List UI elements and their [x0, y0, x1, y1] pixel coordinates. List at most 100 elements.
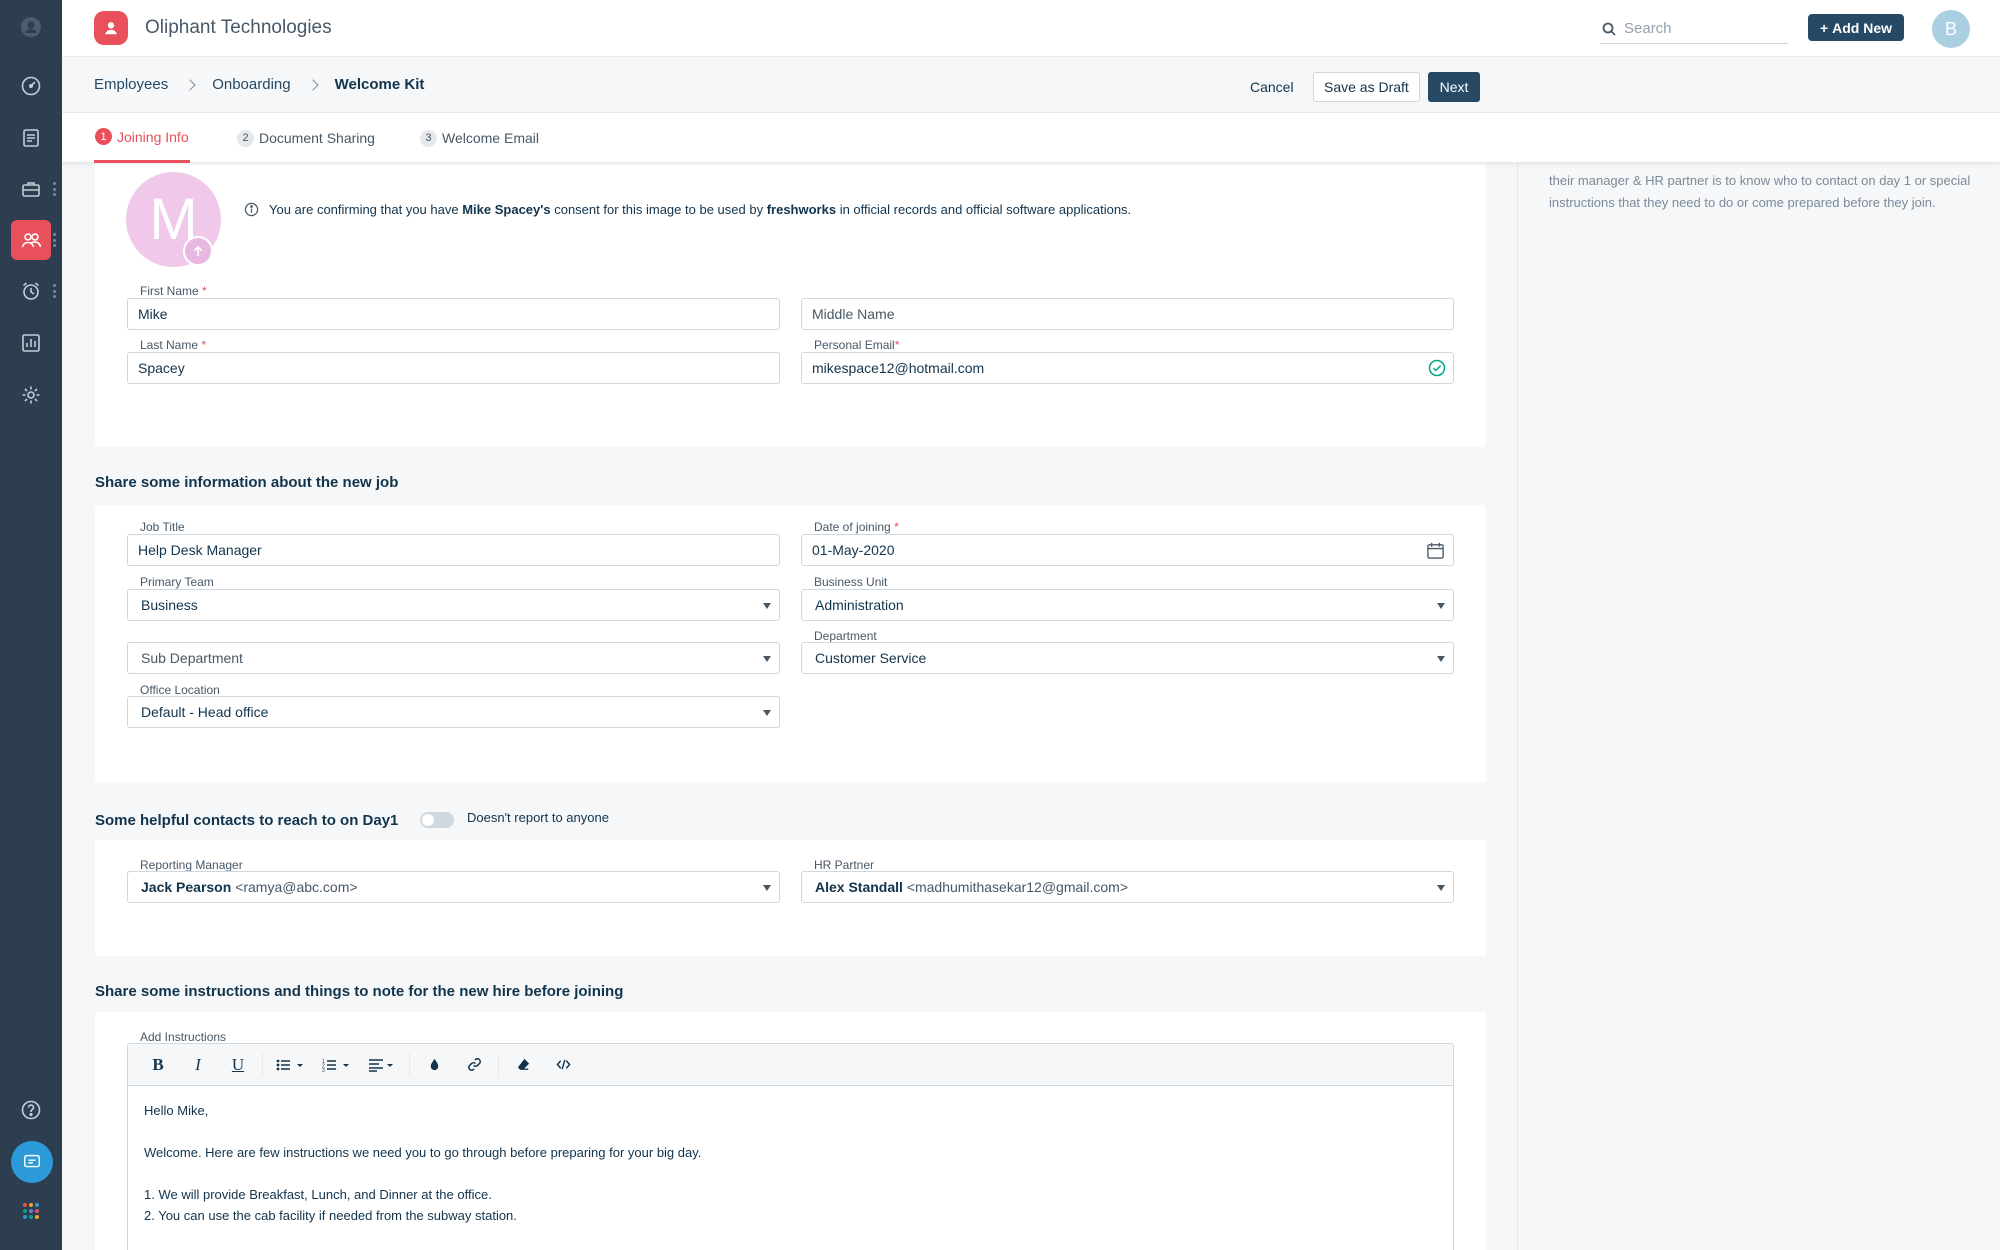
app-logo-icon[interactable] — [94, 11, 128, 45]
consent-person-name: Mike Spacey's — [462, 202, 551, 217]
profile-icon[interactable] — [11, 7, 51, 47]
editor-line: Hello Mike, — [144, 1103, 209, 1118]
chat-support-icon[interactable] — [11, 1141, 53, 1183]
cancel-button[interactable]: Cancel — [1240, 73, 1304, 101]
chevron-right-icon — [306, 78, 319, 91]
instructions-editor[interactable]: B I U 123 Hello Mike, Welcome. Here are — [127, 1043, 1454, 1250]
office-location-select[interactable]: Default - Head office — [127, 696, 780, 728]
dropdown-caret-icon — [1437, 885, 1445, 891]
photo-consent-note: You are confirming that you have Mike Sp… — [244, 202, 1131, 217]
reporting-manager-select[interactable]: Jack Pearson <ramya@abc.com> — [127, 871, 780, 903]
numbered-list-icon: 123 — [322, 1059, 349, 1072]
breadcrumb: Employees Onboarding Welcome Kit — [94, 76, 424, 93]
top-header: Oliphant Technologies + Add New B — [62, 0, 2000, 57]
personal-email-field[interactable]: mikespace12@hotmail.com — [801, 352, 1454, 384]
editor-content[interactable]: Hello Mike, Welcome. Here are few instru… — [128, 1086, 1453, 1240]
last-name-field[interactable]: Spacey — [127, 352, 780, 384]
search-input[interactable] — [1624, 20, 1774, 37]
department-label: Department — [814, 629, 877, 643]
dashboard-icon[interactable] — [11, 66, 51, 106]
business-unit-label: Business Unit — [814, 575, 888, 589]
company-name: Oliphant Technologies — [145, 17, 332, 38]
tab-joining-info[interactable]: 1 Joining Info — [94, 113, 190, 163]
documents-icon[interactable] — [11, 118, 51, 158]
editor-toolbar: B I U 123 — [128, 1044, 1453, 1086]
tab-welcome-email[interactable]: 3 Welcome Email — [420, 113, 539, 163]
add-new-button[interactable]: + Add New — [1808, 14, 1904, 41]
link-icon — [467, 1058, 481, 1071]
editor-line: Welcome. Here are few instructions we ne… — [144, 1145, 702, 1160]
contacts-section-title: Some helpful contacts to reach to on Day… — [95, 812, 399, 829]
dropdown-caret-icon — [763, 885, 771, 891]
underline-button[interactable]: U — [218, 1050, 258, 1080]
link-button[interactable] — [454, 1050, 494, 1080]
job-title-field[interactable]: Help Desk Manager — [127, 534, 780, 566]
last-name-label: Last Name * — [140, 338, 207, 352]
tab-document-sharing[interactable]: 2 Document Sharing — [237, 113, 375, 163]
editor-line — [144, 1163, 1437, 1184]
editor-line — [144, 1121, 1437, 1142]
date-of-joining-field[interactable]: 01-May-2020 — [801, 534, 1454, 566]
help-icon[interactable] — [11, 1090, 51, 1130]
middle-name-field[interactable]: Middle Name — [801, 298, 1454, 330]
plus-icon: + — [1819, 19, 1829, 36]
date-of-joining-label: Date of joining * — [814, 520, 899, 534]
code-icon — [555, 1059, 571, 1070]
bullet-list-icon — [276, 1059, 303, 1070]
user-avatar[interactable]: B — [1932, 10, 1970, 48]
dropdown-caret-icon — [763, 656, 771, 662]
breadcrumb-employees[interactable]: Employees — [94, 76, 168, 93]
next-button[interactable]: Next — [1428, 72, 1480, 102]
upload-photo-icon[interactable] — [183, 236, 213, 266]
step-tabs: 1 Joining Info 2 Document Sharing 3 Welc… — [62, 113, 2000, 163]
department-select[interactable]: Customer Service — [801, 642, 1454, 674]
numbered-list-button[interactable]: 123 — [313, 1050, 359, 1080]
bullet-list-button[interactable] — [267, 1050, 313, 1080]
droplet-icon — [430, 1058, 438, 1071]
reporting-manager-label: Reporting Manager — [140, 858, 243, 872]
hr-partner-label: HR Partner — [814, 858, 875, 872]
editor-line: 2. You can use the cab facility if neede… — [144, 1208, 517, 1223]
dropdown-caret-icon — [1437, 656, 1445, 662]
office-location-label: Office Location — [140, 683, 220, 697]
align-button[interactable] — [359, 1050, 405, 1080]
employees-more-icon[interactable] — [53, 233, 57, 247]
italic-button[interactable]: I — [178, 1050, 218, 1080]
search-icon — [1602, 22, 1616, 36]
instructions-section-title: Share some instructions and things to no… — [95, 983, 624, 1000]
no-manager-toggle[interactable] — [420, 812, 454, 828]
sub-department-select[interactable]: Sub Department — [127, 642, 780, 674]
hr-partner-select[interactable]: Alex Standall <madhumithasekar12@gmail.c… — [801, 871, 1454, 903]
no-manager-toggle-label: Doesn't report to anyone — [467, 810, 609, 825]
reports-icon[interactable] — [11, 323, 51, 363]
dropdown-caret-icon — [1437, 603, 1445, 609]
align-left-icon — [369, 1058, 393, 1072]
dropdown-caret-icon — [763, 603, 771, 609]
job-title-label: Job Title — [140, 520, 185, 534]
settings-gear-icon[interactable] — [11, 375, 51, 415]
save-draft-button[interactable]: Save as Draft — [1313, 72, 1420, 102]
app-launcher-grid-icon[interactable] — [11, 1191, 51, 1231]
source-code-button[interactable] — [543, 1050, 583, 1080]
side-panel-text: their manager & HR partner is to know wh… — [1549, 173, 1971, 210]
eraser-icon — [517, 1058, 529, 1070]
add-instructions-label: Add Instructions — [140, 1030, 227, 1044]
global-search[interactable] — [1600, 14, 1788, 44]
alarm-clock-icon[interactable] — [11, 271, 51, 311]
briefcase-icon[interactable] — [11, 169, 51, 209]
clear-format-button[interactable] — [503, 1050, 543, 1080]
text-color-button[interactable] — [414, 1050, 454, 1080]
verified-check-icon — [1428, 359, 1446, 377]
business-unit-select[interactable]: Administration — [801, 589, 1454, 621]
first-name-field[interactable]: Mike — [127, 298, 780, 330]
breadcrumb-onboarding[interactable]: Onboarding — [212, 76, 290, 93]
calendar-icon[interactable] — [1426, 541, 1445, 560]
page-subheader: Employees Onboarding Welcome Kit Cancel … — [62, 57, 2000, 113]
employees-icon[interactable] — [11, 220, 51, 260]
briefcase-more-icon[interactable] — [53, 182, 57, 196]
primary-team-select[interactable]: Business — [127, 589, 780, 621]
dropdown-caret-icon — [763, 710, 771, 716]
bold-button[interactable]: B — [138, 1050, 178, 1080]
primary-team-label: Primary Team — [140, 575, 214, 589]
time-more-icon[interactable] — [53, 284, 57, 298]
